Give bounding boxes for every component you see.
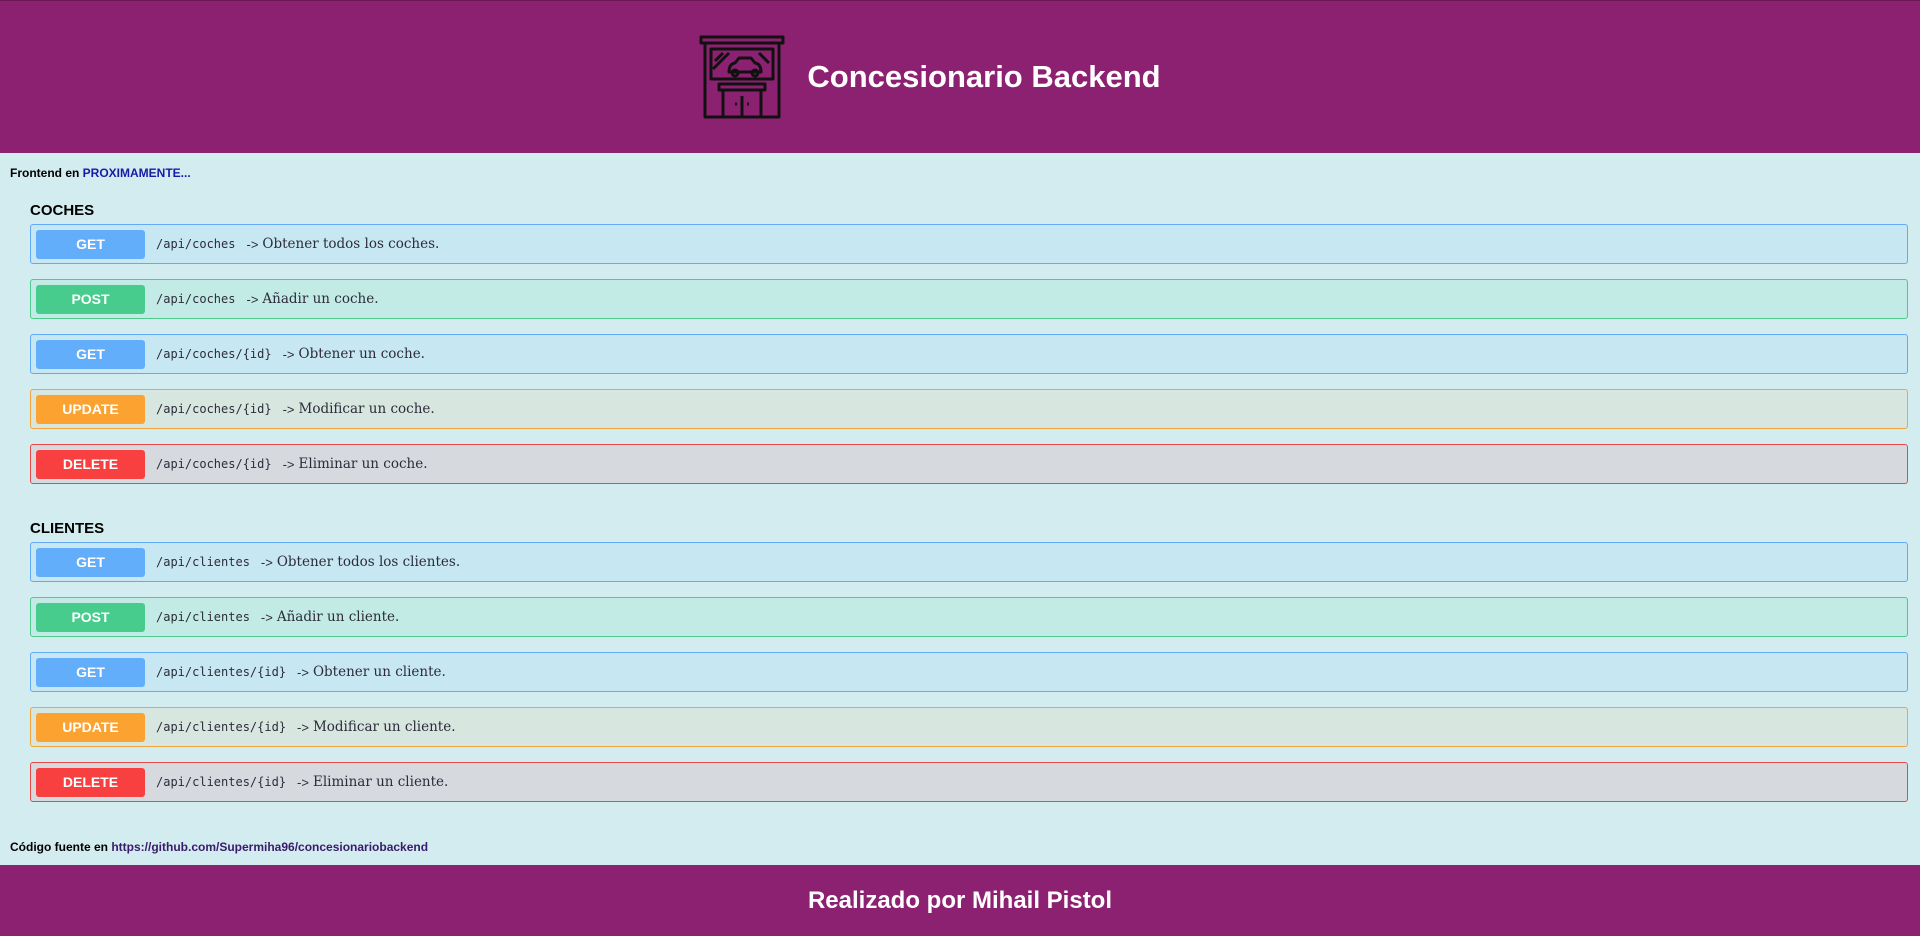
endpoint-row[interactable]: POST /api/clientes -> Añadir un cliente. <box>30 597 1908 637</box>
endpoint-path: /api/clientes <box>156 610 250 624</box>
method-badge: GET <box>36 547 145 577</box>
method-badge: DELETE <box>36 767 145 797</box>
endpoint-path: /api/coches/{id} <box>156 402 272 416</box>
source-label: Código fuente en <box>10 840 108 854</box>
arrow-text: -> <box>260 554 273 570</box>
endpoint-path: /api/coches/{id} <box>156 457 272 471</box>
endpoint-description: Obtener un coche. <box>298 346 425 362</box>
source-line: Código fuente en https://github.com/Supe… <box>10 840 428 854</box>
method-badge: GET <box>36 657 145 687</box>
endpoint-row[interactable]: GET /api/clientes/{id} -> Obtener un cli… <box>30 652 1908 692</box>
page-footer: Realizado por Mihail Pistol <box>0 865 1920 936</box>
frontend-line: Frontend en PROXIMAMENTE... <box>10 166 191 180</box>
arrow-text: -> <box>282 346 295 362</box>
arrow-text: -> <box>297 664 309 680</box>
car-dealership-icon <box>699 35 785 119</box>
arrow-text: -> <box>282 401 295 417</box>
method-badge: GET <box>36 229 145 259</box>
endpoint-row[interactable]: GET /api/clientes -> Obtener todos los c… <box>30 542 1908 582</box>
endpoint-row[interactable]: DELETE /api/clientes/{id} -> Eliminar un… <box>30 762 1908 802</box>
endpoint-row[interactable]: POST /api/coches -> Añadir un coche. <box>30 279 1908 319</box>
method-badge: DELETE <box>36 449 145 479</box>
arrow-text: -> <box>297 719 309 735</box>
endpoint-row[interactable]: UPDATE /api/coches/{id} -> Modificar un … <box>30 389 1908 429</box>
endpoint-description: Obtener todos los coches. <box>262 236 440 252</box>
method-badge: POST <box>36 284 145 314</box>
endpoint-row[interactable]: GET /api/coches -> Obtener todos los coc… <box>30 224 1908 264</box>
endpoint-row[interactable]: DELETE /api/coches/{id} -> Eliminar un c… <box>30 444 1908 484</box>
arrow-text: -> <box>260 609 273 625</box>
arrow-text: -> <box>246 236 259 252</box>
arrow-text: -> <box>297 774 309 790</box>
endpoint-description: Modificar un coche. <box>298 401 435 417</box>
endpoint-path: /api/coches <box>156 237 236 251</box>
arrow-text: -> <box>282 456 295 472</box>
endpoint-description: Obtener todos los clientes. <box>276 554 461 570</box>
page-header: Concesionario Backend <box>0 0 1920 153</box>
endpoint-path: /api/clientes <box>156 555 250 569</box>
section-title-clientes: CLIENTES <box>30 520 105 537</box>
endpoint-row[interactable]: UPDATE /api/clientes/{id} -> Modificar u… <box>30 707 1908 747</box>
endpoint-description: Añadir un cliente. <box>276 609 400 625</box>
method-badge: UPDATE <box>36 394 145 424</box>
endpoint-path: /api/clientes/{id} <box>156 720 287 734</box>
footer-credit: Realizado por Mihail Pistol <box>807 886 1113 914</box>
frontend-label: Frontend en <box>10 166 80 180</box>
page-title: Concesionario Backend <box>807 59 1161 94</box>
arrow-text: -> <box>246 291 259 307</box>
endpoint-description: Obtener un cliente. <box>312 664 446 680</box>
source-link[interactable]: https://github.com/Supermiha96/concesion… <box>111 840 428 854</box>
endpoint-row[interactable]: GET /api/coches/{id} -> Obtener un coche… <box>30 334 1908 374</box>
frontend-link[interactable]: PROXIMAMENTE... <box>83 166 191 180</box>
method-badge: UPDATE <box>36 712 145 742</box>
endpoint-description: Eliminar un coche. <box>298 456 428 472</box>
endpoint-description: Eliminar un cliente. <box>312 774 449 790</box>
method-badge: POST <box>36 602 145 632</box>
section-title-coches: COCHES <box>30 202 95 219</box>
method-badge: GET <box>36 339 145 369</box>
endpoint-path: /api/coches <box>156 292 236 306</box>
endpoint-description: Añadir un coche. <box>262 291 379 307</box>
endpoint-path: /api/coches/{id} <box>156 347 272 361</box>
endpoint-description: Modificar un cliente. <box>312 719 456 735</box>
endpoint-path: /api/clientes/{id} <box>156 665 287 679</box>
endpoint-path: /api/clientes/{id} <box>156 775 287 789</box>
